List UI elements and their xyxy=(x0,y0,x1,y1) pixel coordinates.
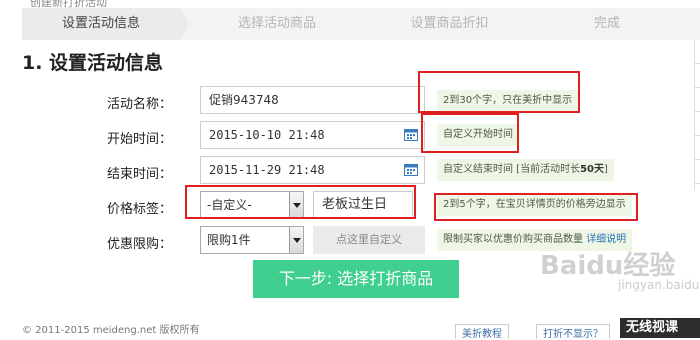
end-hint-text: 自定义结束时间 [当前活动时长 xyxy=(443,164,581,175)
side-table-edge xyxy=(694,40,700,190)
limit-hint-text: 限制买家以优惠价购买商品数量 xyxy=(443,234,583,245)
end-time-input[interactable]: 2015-11-29 21:48 xyxy=(200,156,425,184)
chevron-down-icon[interactable] xyxy=(289,227,303,253)
baidu-watermark: Baidu经验 xyxy=(540,251,676,281)
next-step-button[interactable]: 下一步: 选择打折商品 xyxy=(253,260,459,298)
step-1: 设置活动信息 xyxy=(22,8,180,40)
highlight-box-start xyxy=(421,113,519,153)
step-bar: 设置活动信息 选择活动商品 设置商品折扣 完成 xyxy=(22,8,700,40)
activity-name-input[interactable]: 促销943748 xyxy=(200,86,425,114)
tutorial-button[interactable]: 美折教程 xyxy=(455,324,509,340)
start-time-value: 2015-10-10 21:48 xyxy=(209,128,325,142)
end-hint-days: 50天 xyxy=(580,164,605,175)
step-2: 选择活动商品 xyxy=(237,16,316,31)
highlight-box-tag-hint xyxy=(434,193,638,221)
custom-limit-button[interactable]: 点这里自定义 xyxy=(313,226,425,254)
tag-label: 价格标签： xyxy=(106,202,172,217)
step-3: 设置商品折扣 xyxy=(410,16,489,31)
step-arrow xyxy=(180,8,189,40)
baidu-watermark-url: jingyan.baidu.com xyxy=(618,278,700,292)
highlight-box-name xyxy=(418,71,580,113)
highlight-box-tag xyxy=(185,185,416,219)
end-hint-suffix: ] xyxy=(604,164,608,175)
end-label: 结束时间： xyxy=(106,167,172,182)
help-button[interactable]: 打折不显示？ xyxy=(536,324,610,340)
start-time-input[interactable]: 2015-10-10 21:48 xyxy=(200,121,425,149)
limit-select-value: 限购1件 xyxy=(207,233,251,247)
step-4: 完成 xyxy=(593,16,620,31)
limit-select[interactable]: 限购1件 xyxy=(200,226,304,254)
section-title: 1. 设置活动信息 xyxy=(22,52,164,74)
calendar-icon[interactable] xyxy=(404,163,418,176)
limit-label: 优惠限购： xyxy=(106,237,172,252)
details-link[interactable]: 详细说明 xyxy=(586,234,626,245)
start-label: 开始时间： xyxy=(106,132,172,147)
calendar-icon[interactable] xyxy=(404,128,418,141)
name-label: 活动名称： xyxy=(106,97,172,112)
end-hint: 自定义结束时间 [当前活动时长50天] xyxy=(437,159,614,181)
mobile-button[interactable]: 无线视课 xyxy=(620,318,700,338)
end-time-value: 2015-11-29 21:48 xyxy=(209,163,325,177)
